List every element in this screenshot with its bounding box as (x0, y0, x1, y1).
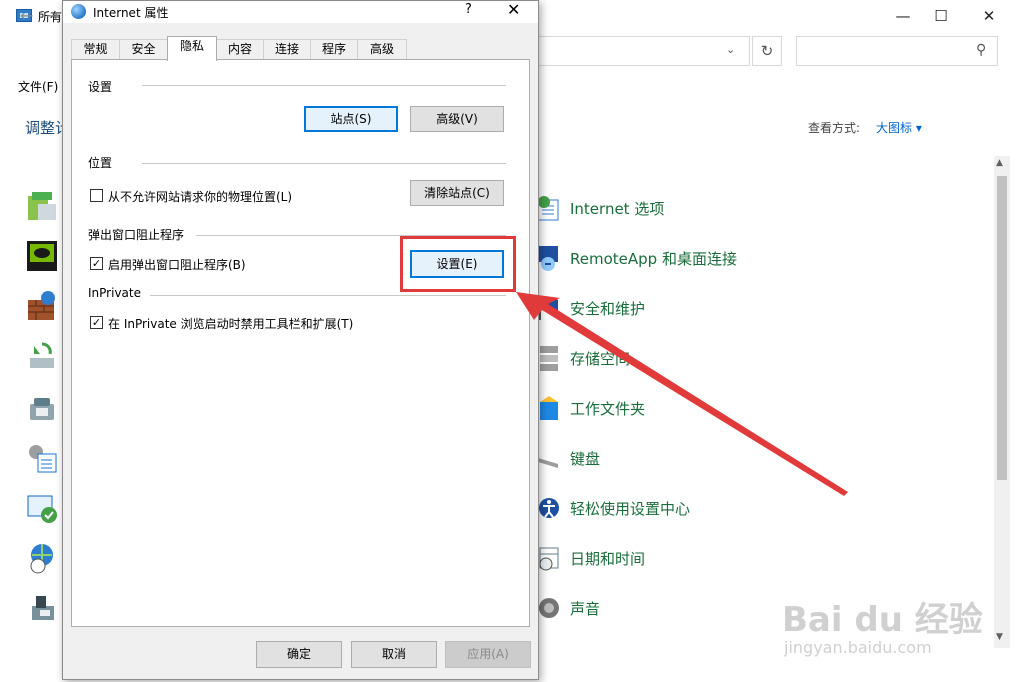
tab-privacy[interactable]: 隐私 (167, 36, 217, 61)
annotation-arrow-icon (516, 292, 848, 496)
watermark-url: jingyan.baidu.com (784, 638, 932, 657)
watermark-logo: Bai du 经验 (782, 600, 983, 640)
